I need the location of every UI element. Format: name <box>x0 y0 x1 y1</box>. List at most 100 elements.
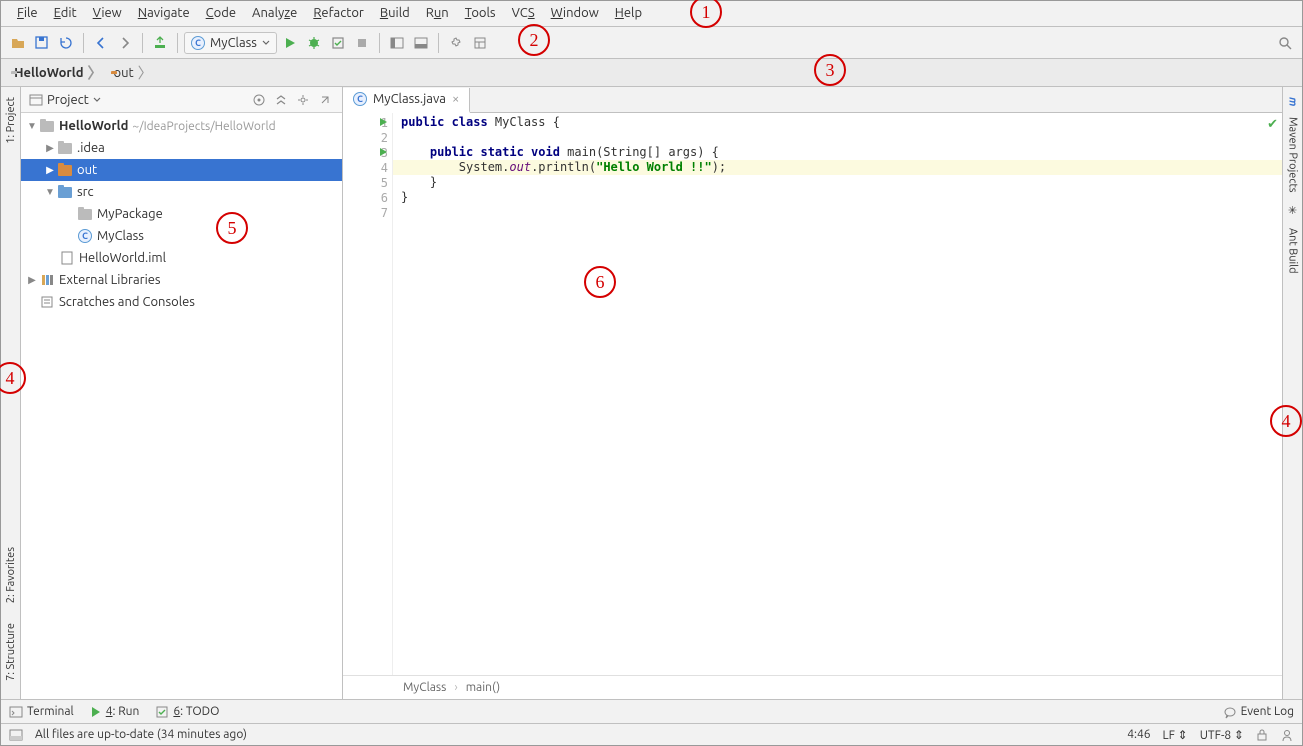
tool-window-favorites-button[interactable]: 2: Favorites <box>3 541 19 609</box>
layout-button-2[interactable] <box>410 32 432 54</box>
separator <box>379 33 380 53</box>
menu-file[interactable]: File <box>9 4 46 22</box>
tree-node[interactable]: C MyClass <box>21 225 342 247</box>
java-icon: C <box>191 36 205 50</box>
hector-icon[interactable] <box>1280 728 1294 742</box>
editor[interactable]: 1234567 public class MyClass { public st… <box>343 113 1282 675</box>
tool-window-terminal-button[interactable]: Terminal <box>9 705 74 719</box>
locate-button[interactable] <box>250 91 268 109</box>
scratches-icon <box>39 294 55 310</box>
status-icon[interactable] <box>9 728 23 742</box>
menu-tools[interactable]: Tools <box>457 4 504 22</box>
expand-arrow-icon[interactable]: ▼ <box>25 120 39 132</box>
menu-code[interactable]: Code <box>198 4 244 22</box>
tree-node-scratches[interactable]: Scratches and Consoles <box>21 291 342 313</box>
tree-node-hint: ~/IdeaProjects/HelloWorld <box>132 120 275 133</box>
separator <box>83 33 84 53</box>
editor-breadcrumb: MyClass › main() <box>343 675 1282 699</box>
editor-gutter[interactable]: 1234567 <box>343 113 393 675</box>
folder-icon <box>57 162 73 178</box>
java-class-icon: C <box>77 228 93 244</box>
breadcrumb-item[interactable]: MyClass <box>403 681 446 694</box>
tool-window-structure-button[interactable]: 7: Structure <box>3 617 19 687</box>
tool-window-maven-button[interactable]: m Maven Projects <box>1285 91 1301 198</box>
expand-arrow-icon[interactable]: ▼ <box>43 186 57 198</box>
menu-help[interactable]: Help <box>607 4 650 22</box>
separator <box>142 33 143 53</box>
tree-node-label: MyClass <box>97 229 144 243</box>
breadcrumb-label: out <box>114 66 134 80</box>
menu-edit[interactable]: Edit <box>46 4 85 22</box>
tree-node-selected[interactable]: ▶ out <box>21 159 342 181</box>
navigation-bar: HelloWorld 〉 out 〉 <box>1 59 1302 87</box>
right-tool-strip: m Maven Projects ✳ Ant Build <box>1282 87 1302 699</box>
tool-window-run-button[interactable]: 4: Run <box>90 705 140 718</box>
tree-node-label: External Libraries <box>59 273 161 287</box>
menu-vcs[interactable]: VCS <box>504 4 543 22</box>
forward-button[interactable] <box>114 32 136 54</box>
project-tree[interactable]: ▼ HelloWorld ~/IdeaProjects/HelloWorld ▶… <box>21 113 342 699</box>
back-button[interactable] <box>90 32 112 54</box>
build-button[interactable] <box>149 32 171 54</box>
editor-area: C MyClass.java × 1234567 public class My… <box>343 87 1282 699</box>
menu-refactor[interactable]: Refactor <box>305 4 372 22</box>
settings-button[interactable] <box>294 91 312 109</box>
menu-window[interactable]: Window <box>543 4 607 22</box>
run-button[interactable] <box>279 32 301 54</box>
editor-tab[interactable]: C MyClass.java × <box>343 88 470 113</box>
tree-node-external-libraries[interactable]: ▶ External Libraries <box>21 269 342 291</box>
search-everywhere-button[interactable] <box>1274 32 1296 54</box>
breadcrumb-label: HelloWorld <box>14 66 83 80</box>
folder-icon <box>77 206 93 222</box>
tool-window-todo-button[interactable]: 6: TODO <box>155 705 219 719</box>
chevron-down-icon[interactable] <box>93 96 101 104</box>
tree-node-label: HelloWorld <box>59 119 128 133</box>
tree-node[interactable]: HelloWorld.iml <box>21 247 342 269</box>
debug-button[interactable] <box>303 32 325 54</box>
collapse-all-button[interactable] <box>272 91 290 109</box>
tree-node[interactable]: MyPackage <box>21 203 342 225</box>
close-icon[interactable]: × <box>452 92 459 106</box>
sync-button[interactable] <box>55 32 77 54</box>
breadcrumb[interactable]: out 〉 <box>107 60 157 85</box>
breadcrumb-item[interactable]: main() <box>466 681 500 694</box>
line-separator[interactable]: LF ⇕ <box>1163 728 1188 742</box>
tree-node-root[interactable]: ▼ HelloWorld ~/IdeaProjects/HelloWorld <box>21 115 342 137</box>
file-encoding[interactable]: UTF-8 ⇕ <box>1200 728 1244 742</box>
editor-code[interactable]: public class MyClass { public static voi… <box>393 113 1282 675</box>
save-all-button[interactable] <box>31 32 53 54</box>
cursor-position[interactable]: 4:46 <box>1127 728 1150 741</box>
menu-bar: File Edit View Navigate Code Analyze Ref… <box>1 1 1302 27</box>
coverage-button[interactable] <box>327 32 349 54</box>
tree-node-label: Scratches and Consoles <box>59 295 195 309</box>
status-message: All files are up-to-date (34 minutes ago… <box>35 728 247 741</box>
chevron-right-icon: 〉 <box>138 62 153 83</box>
menu-navigate[interactable]: Navigate <box>130 4 198 22</box>
menu-build[interactable]: Build <box>372 4 418 22</box>
stop-button[interactable] <box>351 32 373 54</box>
tool-window-ant-button[interactable]: ✳ Ant Build <box>1284 198 1301 279</box>
event-log-button[interactable]: Event Log <box>1223 705 1294 719</box>
lock-icon[interactable] <box>1256 728 1268 742</box>
menu-analyze[interactable]: Analyze <box>244 4 305 22</box>
editor-tab-label: MyClass.java <box>373 92 446 106</box>
chevron-right-icon: › <box>454 681 457 694</box>
run-config-selector[interactable]: C MyClass <box>184 32 277 54</box>
tool-window-project-button[interactable]: 1: Project <box>3 91 19 150</box>
expand-arrow-icon[interactable]: ▶ <box>43 164 57 176</box>
library-icon <box>39 272 55 288</box>
menu-view[interactable]: View <box>85 4 130 22</box>
settings-button[interactable] <box>445 32 467 54</box>
tree-node[interactable]: ▶ .idea <box>21 137 342 159</box>
expand-arrow-icon[interactable]: ▶ <box>43 142 57 154</box>
expand-arrow-icon[interactable]: ▶ <box>25 274 39 286</box>
open-button[interactable] <box>7 32 29 54</box>
menu-run[interactable]: Run <box>418 4 457 22</box>
breadcrumb[interactable]: HelloWorld 〉 <box>7 60 107 85</box>
tree-node[interactable]: ▼ src <box>21 181 342 203</box>
chevron-right-icon: 〉 <box>88 62 103 83</box>
hide-button[interactable] <box>316 91 334 109</box>
event-log-icon <box>1223 705 1237 719</box>
layout-button-1[interactable] <box>386 32 408 54</box>
project-structure-button[interactable] <box>469 32 491 54</box>
